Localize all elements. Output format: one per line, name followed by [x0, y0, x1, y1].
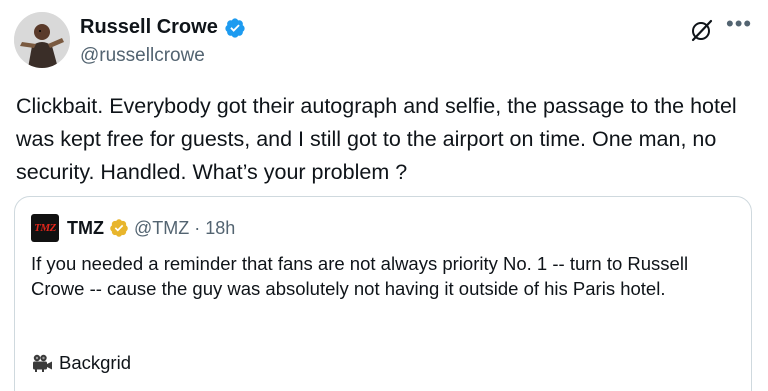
tmz-logo-text: TMZ: [34, 222, 56, 234]
tweet-card: Russell Crowe @russellcrowe ••• Clickbai…: [0, 0, 768, 391]
more-icon[interactable]: •••: [726, 12, 756, 36]
tweet-text: Clickbait. Everybody got their autograph…: [16, 94, 737, 184]
author-name[interactable]: Russell Crowe: [80, 16, 218, 39]
quoted-timestamp[interactable]: 18h: [205, 218, 235, 239]
avatar[interactable]: [14, 12, 70, 68]
movie-camera-icon: [33, 354, 52, 372]
quoted-tweet[interactable]: TMZ TMZ @TMZ · 18h If you needed a remin…: [14, 196, 752, 391]
quoted-tweet-header: TMZ TMZ @TMZ · 18h: [31, 214, 235, 242]
avatar-image: [14, 12, 70, 68]
photo-credit-text: Backgrid: [59, 352, 131, 373]
verified-badge-icon: [225, 17, 245, 38]
quoted-author-handle[interactable]: @TMZ: [134, 218, 189, 239]
gold-verified-badge-icon: [110, 219, 128, 237]
photo-credit: Backgrid: [31, 350, 131, 375]
tmz-avatar[interactable]: TMZ: [31, 214, 59, 242]
quoted-tweet-text: If you needed a reminder that fans are n…: [31, 253, 689, 299]
quoted-author-name[interactable]: TMZ: [67, 218, 104, 239]
grok-icon[interactable]: [690, 18, 714, 42]
author-name-row[interactable]: Russell Crowe: [80, 16, 246, 39]
author-handle[interactable]: @russellcrowe: [80, 45, 205, 67]
meta-separator: ·: [194, 217, 201, 238]
